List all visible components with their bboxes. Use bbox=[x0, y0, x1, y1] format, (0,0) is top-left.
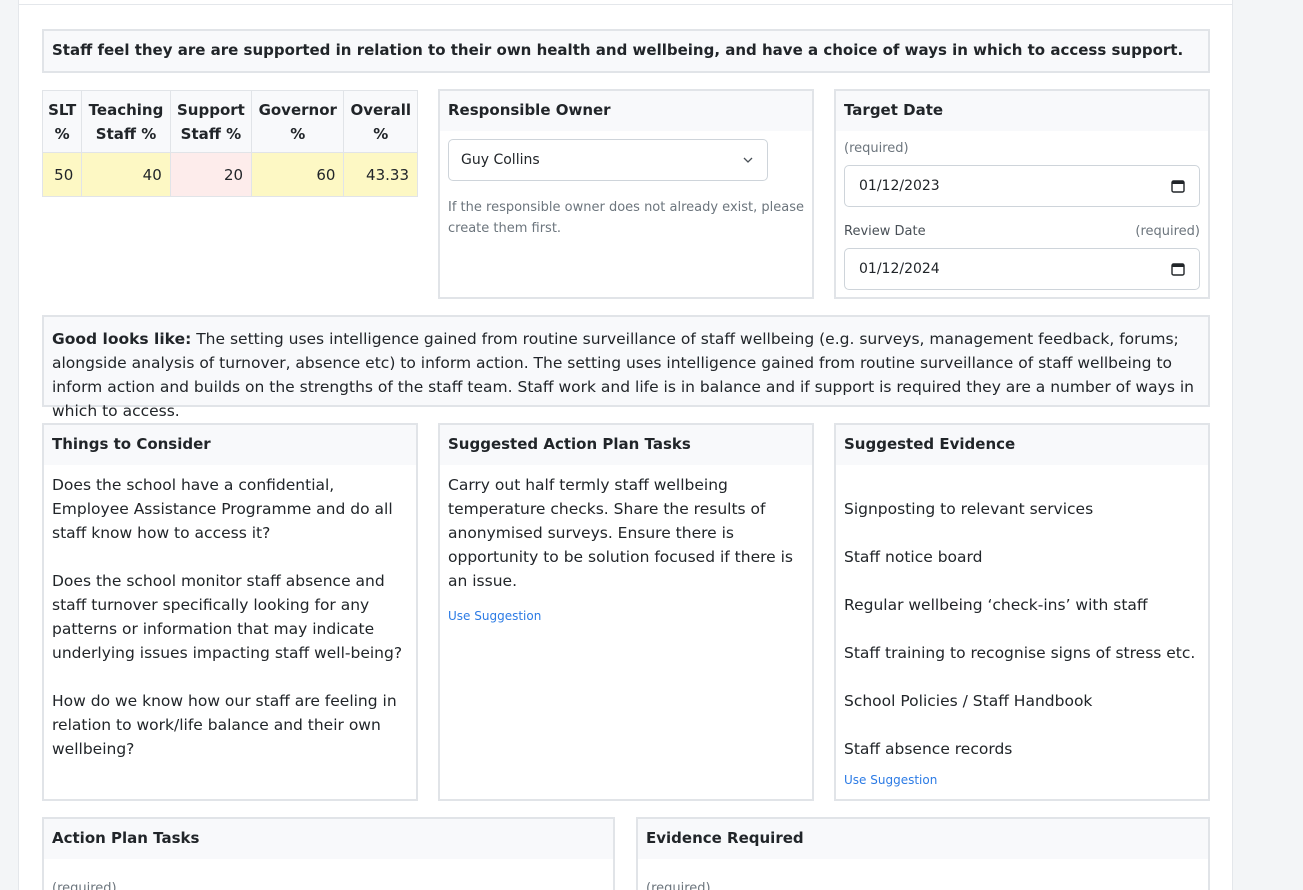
target-date-card: Target Date (required) 01/12/2023 Review… bbox=[834, 89, 1210, 299]
header-support-staff: Support Staff % bbox=[169, 90, 253, 153]
divider bbox=[19, 4, 1232, 5]
consider-item: Does the school have a confidential, Emp… bbox=[52, 476, 393, 542]
use-suggestion-link[interactable]: Use Suggestion bbox=[844, 768, 937, 792]
evidence-item: Staff absence records bbox=[844, 740, 1013, 758]
evidence-item: Regular wellbeing ‘check-ins’ with staff bbox=[844, 596, 1148, 614]
things-to-consider-title: Things to Consider bbox=[44, 425, 416, 465]
responsible-owner-title: Responsible Owner bbox=[440, 91, 812, 131]
calendar-icon[interactable] bbox=[1171, 179, 1185, 193]
target-date-value: 01/12/2023 bbox=[859, 178, 940, 194]
target-date-required: (required) bbox=[844, 141, 909, 156]
target-date-input[interactable]: 01/12/2023 bbox=[844, 165, 1200, 207]
score-header-row: SLT% Teaching Staff % Support Staff % Gove… bbox=[41, 90, 418, 153]
calendar-icon[interactable] bbox=[1171, 262, 1185, 276]
evidence-item: Staff training to recognise signs of str… bbox=[844, 644, 1196, 662]
main-panel: Staff feel they are are supported in rel… bbox=[18, 0, 1233, 890]
responsible-owner-card: Responsible Owner Guy Collins If the res… bbox=[438, 89, 814, 299]
suggested-evidence-card: Suggested Evidence Signposting to releva… bbox=[834, 423, 1210, 801]
header-teaching-staff: Teaching Staff % bbox=[81, 90, 171, 153]
suggested-tasks-title: Suggested Action Plan Tasks bbox=[440, 425, 812, 465]
good-looks-like-label: Good looks like: bbox=[52, 330, 192, 348]
evidence-item: Staff notice board bbox=[844, 548, 983, 566]
evidence-item: Signposting to relevant services bbox=[844, 500, 1094, 518]
suggested-evidence-title: Suggested Evidence bbox=[836, 425, 1208, 465]
header-overall: Overall% bbox=[343, 90, 418, 153]
review-date-input[interactable]: 01/12/2024 bbox=[844, 248, 1200, 290]
suggested-tasks-card: Suggested Action Plan Tasks Carry out ha… bbox=[438, 423, 814, 801]
consider-item: Does the school monitor staff absence an… bbox=[52, 572, 403, 662]
review-date-value: 01/12/2024 bbox=[859, 261, 940, 277]
use-suggestion-link[interactable]: Use Suggestion bbox=[448, 604, 541, 628]
evidence-item: School Policies / Staff Handbook bbox=[844, 692, 1093, 710]
good-looks-like-box: Good looks like: The setting uses intell… bbox=[42, 315, 1210, 420]
action-plan-required: (required) bbox=[52, 881, 117, 890]
score-teaching-staff: 40 bbox=[81, 152, 171, 197]
things-to-consider-card: Things to Consider Does the school have … bbox=[42, 423, 418, 801]
score-slt: 50 bbox=[41, 152, 83, 197]
score-support-staff: 20 bbox=[169, 152, 253, 197]
header-governor: Governor% bbox=[251, 90, 345, 153]
statement-text: Staff feel they are are supported in rel… bbox=[52, 41, 1184, 59]
suggested-tasks-text: Carry out half termly staff wellbeing te… bbox=[448, 476, 793, 590]
chevron-down-icon bbox=[743, 157, 753, 163]
responsible-owner-value: Guy Collins bbox=[461, 152, 540, 168]
evidence-required-title: Evidence Required bbox=[638, 819, 1208, 859]
score-value-row: 50 40 20 60 43.33 bbox=[41, 152, 418, 197]
score-governor: 60 bbox=[251, 152, 345, 197]
statement-box: Staff feel they are are supported in rel… bbox=[42, 29, 1210, 73]
target-date-title: Target Date bbox=[836, 91, 1208, 131]
header-slt: SLT% bbox=[41, 90, 83, 153]
score-overall: 43.33 bbox=[343, 152, 418, 197]
evidence-required-card: Evidence Required (required) bbox=[636, 817, 1210, 890]
responsible-owner-select[interactable]: Guy Collins bbox=[448, 139, 768, 181]
action-plan-tasks-card: Action Plan Tasks (required) bbox=[42, 817, 615, 890]
review-date-required: (required) bbox=[1135, 224, 1200, 239]
good-looks-like-text: The setting uses intelligence gained fro… bbox=[52, 330, 1194, 420]
review-date-label: Review Date bbox=[844, 224, 926, 239]
responsible-owner-hint: If the responsible owner does not alread… bbox=[448, 200, 804, 236]
score-table: SLT% Teaching Staff % Support Staff % Gove… bbox=[41, 90, 418, 197]
evidence-required-required: (required) bbox=[646, 881, 711, 890]
action-plan-tasks-title: Action Plan Tasks bbox=[44, 819, 613, 859]
evidence-list: Signposting to relevant services Staff n… bbox=[844, 497, 1200, 761]
consider-item: How do we know how our staff are feeling… bbox=[52, 692, 397, 758]
